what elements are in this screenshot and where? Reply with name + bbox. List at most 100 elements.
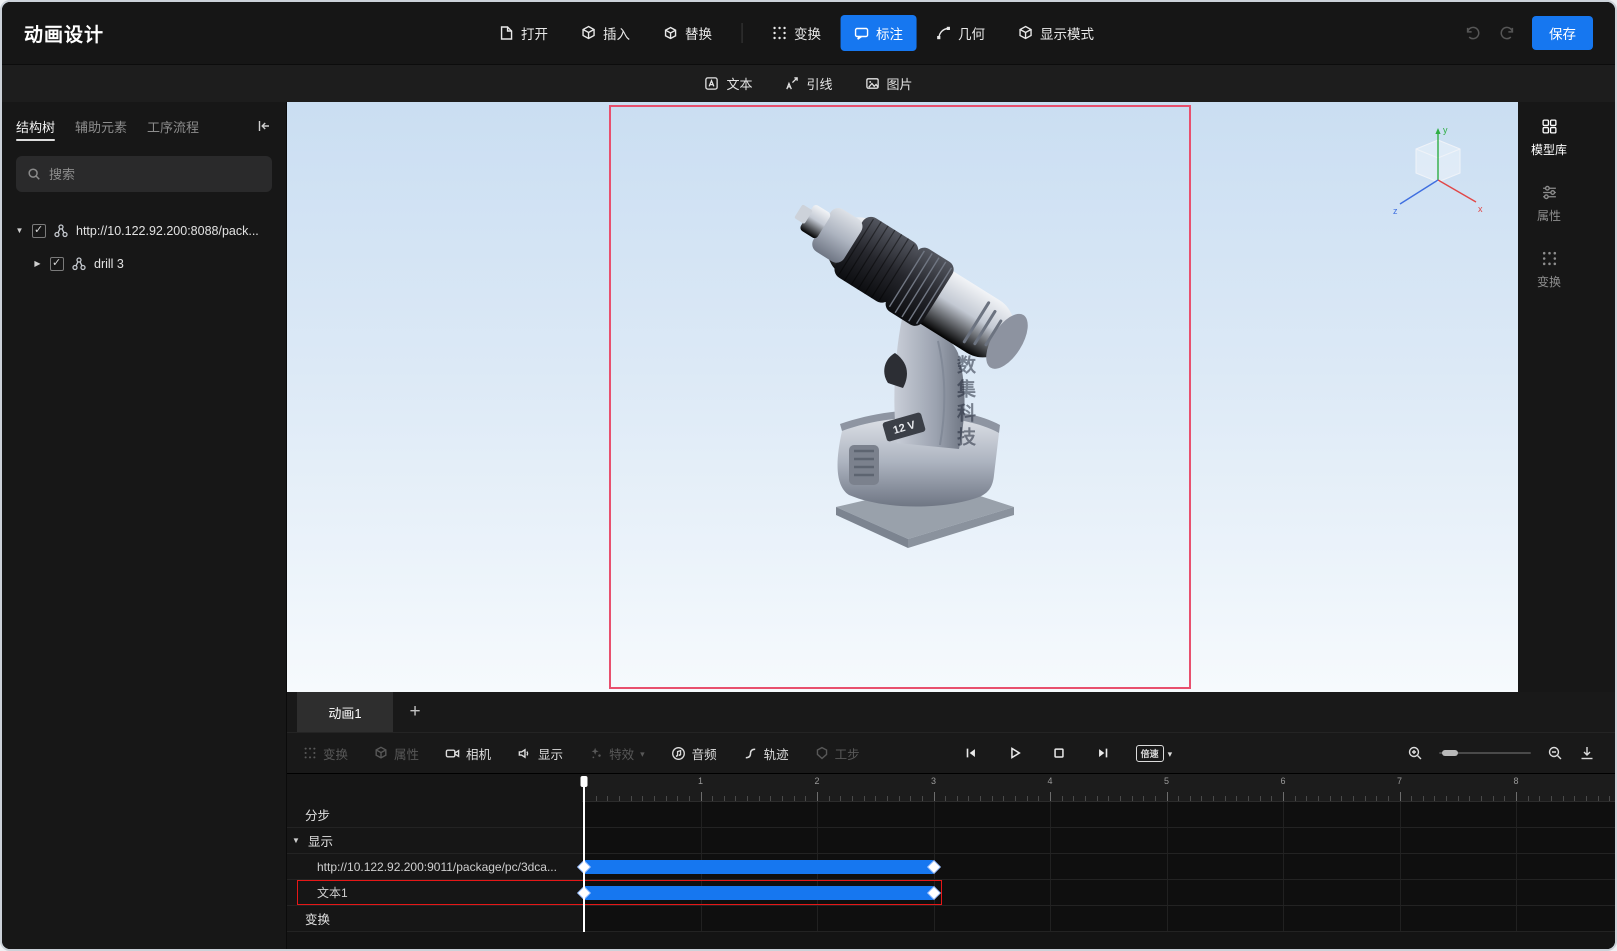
- button-label: 打开: [521, 27, 549, 42]
- slider-handle[interactable]: [1442, 750, 1458, 756]
- stop-icon[interactable]: [1052, 746, 1066, 760]
- row-track[interactable]: [578, 880, 1615, 905]
- transform-rail-button[interactable]: 变换: [1524, 250, 1574, 290]
- tree-item-package[interactable]: http://10.122.92.200:8088/pack...: [2, 214, 286, 247]
- ruler-tick: [723, 796, 725, 801]
- button-label: 显示模式: [1040, 27, 1095, 42]
- redo-icon[interactable]: [1498, 24, 1516, 42]
- ruler-tick: [1096, 796, 1098, 801]
- row-caret-icon[interactable]: [292, 836, 303, 845]
- tl-properties-button[interactable]: 属性: [374, 744, 419, 763]
- timeline-row-display[interactable]: 显示: [287, 828, 1615, 854]
- model-library-button[interactable]: 模型库: [1524, 118, 1574, 158]
- transform-button[interactable]: 变换: [758, 15, 834, 51]
- playback-speed-selector[interactable]: 倍速: [1135, 744, 1173, 762]
- replace-button[interactable]: 替换: [649, 15, 725, 51]
- ruler-tick: [956, 796, 958, 801]
- timeline-playhead[interactable]: [583, 776, 585, 932]
- geometry-button[interactable]: 几何: [922, 15, 998, 51]
- transform-icon: [304, 747, 316, 759]
- download-icon[interactable]: [1579, 745, 1595, 761]
- tab-auxiliary-elements[interactable]: 辅助元素: [75, 102, 127, 150]
- row-track[interactable]: [582, 828, 1615, 853]
- keyframe-diamond[interactable]: [927, 860, 940, 873]
- next-frame-icon[interactable]: [1096, 746, 1110, 760]
- ruler-tick: [1446, 796, 1448, 801]
- axis-z-label: z: [1393, 206, 1398, 216]
- image-icon: [865, 76, 880, 91]
- checkbox-icon[interactable]: [32, 223, 46, 238]
- timeline-row-text1[interactable]: 文本1: [287, 880, 1615, 906]
- row-track[interactable]: [582, 802, 1615, 827]
- tree-item-label: http://10.122.92.200:8088/pack...: [76, 223, 259, 238]
- zoom-out-icon[interactable]: [1547, 745, 1563, 761]
- ruler-tick: [1574, 796, 1576, 801]
- save-button[interactable]: 保存: [1532, 16, 1593, 50]
- viewport-3d[interactable]: 12 V 数集科技 y x z: [287, 102, 1518, 692]
- ruler-tick: [1015, 796, 1017, 801]
- tree-caret-icon[interactable]: [14, 226, 25, 235]
- timeline-zoom-slider[interactable]: [1439, 750, 1531, 756]
- image-annotation-button[interactable]: 图片: [865, 74, 913, 93]
- ruler-tick: [1073, 796, 1075, 801]
- tl-transform-button[interactable]: 变换: [303, 744, 348, 763]
- search-input[interactable]: [49, 166, 261, 182]
- timeline-bar[interactable]: [578, 859, 940, 874]
- timeline-row-steps[interactable]: 分步: [287, 802, 1615, 828]
- ruler-tick: [1434, 796, 1436, 801]
- button-label: 引线: [806, 77, 833, 92]
- ruler-tick: [1224, 796, 1226, 801]
- row-track[interactable]: [582, 906, 1615, 931]
- add-animation-button[interactable]: +: [393, 692, 437, 732]
- checkbox-icon[interactable]: [50, 256, 64, 271]
- ruler-tick: [1119, 796, 1121, 801]
- tl-trajectory-button[interactable]: 轨迹: [743, 744, 789, 763]
- timeline-row-package-url[interactable]: http://10.122.92.200:9011/package/pc/3dc…: [287, 854, 1615, 880]
- row-label: 文本1: [317, 886, 348, 900]
- undo-icon[interactable]: [1464, 24, 1482, 42]
- timeline-row-transform[interactable]: 变换: [287, 906, 1615, 932]
- tool-label: 轨迹: [763, 747, 789, 762]
- button-label: 几何: [958, 27, 986, 42]
- insert-button[interactable]: 插入: [567, 15, 643, 51]
- annotate-button[interactable]: 标注: [840, 15, 917, 51]
- leader-annotation-button[interactable]: 引线: [784, 74, 833, 93]
- tl-effects-button[interactable]: 特效: [589, 744, 645, 763]
- ruler-tick: [1411, 796, 1413, 801]
- ruler-tick: [991, 796, 993, 801]
- ruler-tick: [1061, 796, 1063, 801]
- navigation-cube[interactable]: y x z: [1388, 118, 1488, 218]
- tl-workstep-button[interactable]: 工步: [815, 744, 860, 763]
- display-mode-button[interactable]: 显示模式: [1004, 15, 1107, 51]
- tree-item-drill3[interactable]: drill 3: [2, 247, 286, 280]
- ruler-tick: [1317, 796, 1319, 801]
- tl-audio-button[interactable]: 音频: [671, 744, 717, 763]
- ruler-tick: [747, 796, 749, 801]
- ruler-tick: [1201, 796, 1203, 801]
- ruler-tick: [863, 796, 865, 801]
- tab-process-flow[interactable]: 工序流程: [147, 102, 199, 150]
- text-annotation-button[interactable]: 文本: [704, 74, 752, 93]
- animation-tab[interactable]: 动画1: [297, 692, 393, 732]
- open-button[interactable]: 打开: [485, 15, 561, 51]
- workstep-icon: [815, 746, 829, 760]
- play-icon[interactable]: [1008, 746, 1022, 760]
- model-library-icon: [1541, 118, 1558, 135]
- tab-structure-tree[interactable]: 结构树: [16, 102, 56, 150]
- button-label: 文本: [726, 77, 753, 92]
- drill-3d-model[interactable]: 12 V: [792, 157, 1057, 567]
- timeline-ruler[interactable]: 012345678: [287, 774, 1615, 802]
- tree-caret-icon[interactable]: [32, 259, 43, 268]
- display-mode-icon: [1017, 25, 1033, 41]
- row-track[interactable]: [578, 854, 1615, 879]
- collapse-panel-icon[interactable]: [256, 118, 272, 134]
- tl-camera-button[interactable]: 相机: [445, 744, 491, 763]
- timeline-bar[interactable]: [578, 885, 940, 900]
- search-icon: [27, 167, 41, 181]
- zoom-in-icon[interactable]: [1407, 745, 1423, 761]
- previous-frame-icon[interactable]: [964, 746, 978, 760]
- button-label: 变换: [794, 27, 822, 42]
- keyframe-diamond[interactable]: [927, 886, 940, 899]
- tl-display-button[interactable]: 显示: [517, 744, 563, 763]
- properties-button[interactable]: 属性: [1524, 184, 1574, 224]
